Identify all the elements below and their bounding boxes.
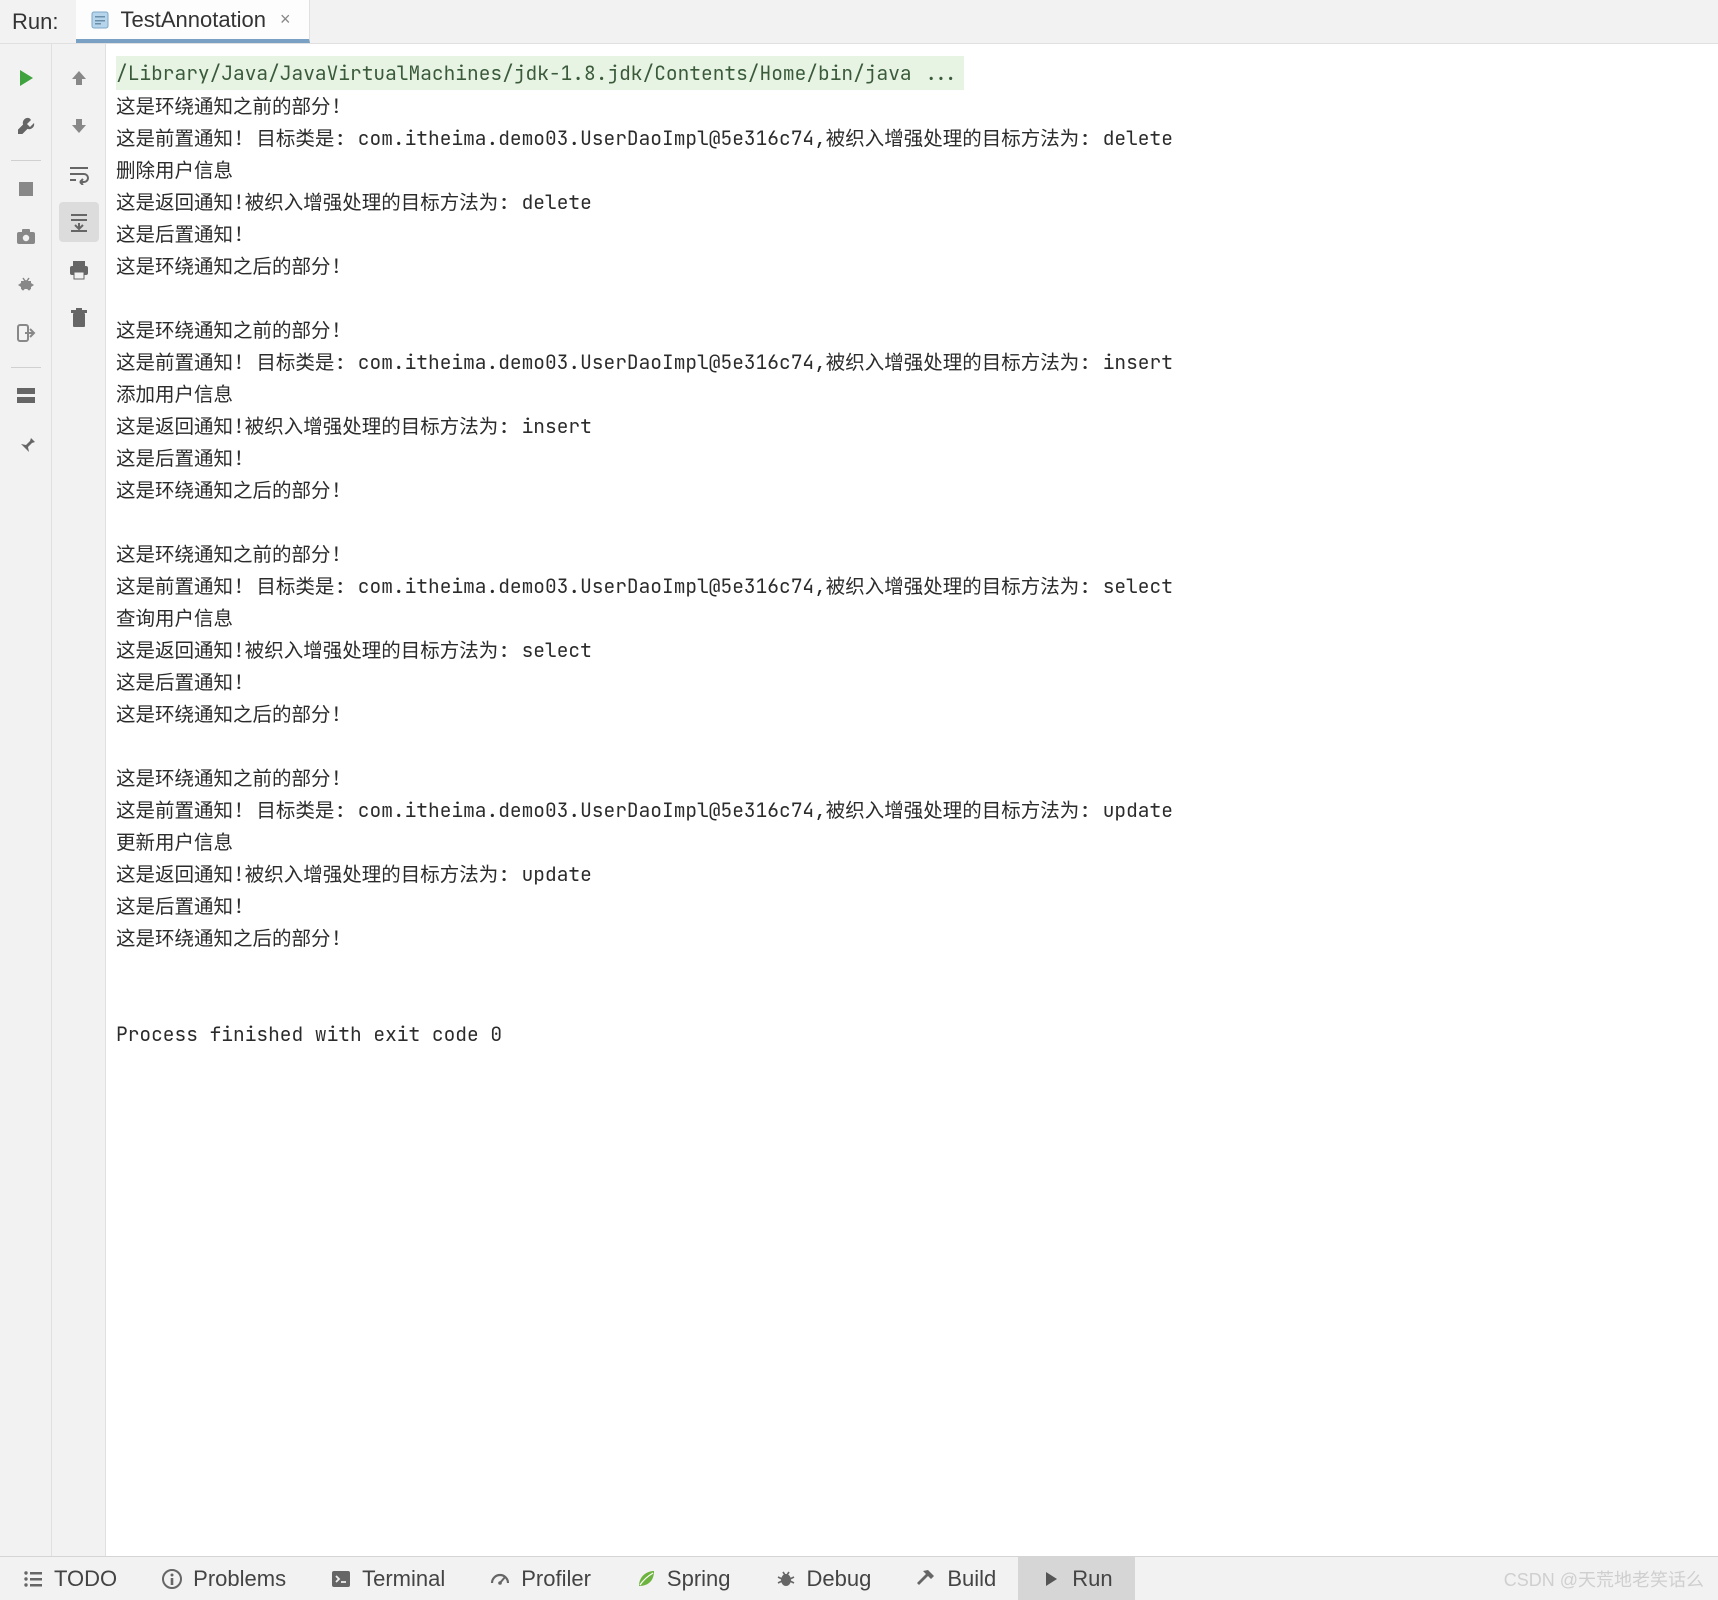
debug-tab[interactable]: Debug xyxy=(753,1557,894,1600)
exit-line: Process finished with exit code 0 xyxy=(116,1021,502,1047)
run-label: Run: xyxy=(0,9,76,35)
tab-label: Run xyxy=(1072,1566,1112,1592)
hammer-icon xyxy=(915,1568,937,1590)
tab-label: Spring xyxy=(667,1566,731,1592)
file-icon xyxy=(90,10,110,30)
stop-icon[interactable] xyxy=(6,169,46,209)
layout-icon[interactable] xyxy=(6,376,46,416)
wrench-icon[interactable] xyxy=(6,106,46,146)
leaf-icon xyxy=(635,1568,657,1590)
tab-label: Profiler xyxy=(521,1566,591,1592)
profiler-tab[interactable]: Profiler xyxy=(467,1557,613,1600)
separator xyxy=(11,367,41,368)
close-icon[interactable]: × xyxy=(276,9,295,30)
tab-label: Terminal xyxy=(362,1566,445,1592)
terminal-icon xyxy=(330,1568,352,1590)
scroll-end-icon[interactable] xyxy=(59,202,99,242)
gauge-icon xyxy=(489,1568,511,1590)
play-icon xyxy=(1040,1568,1062,1590)
run-header: Run: TestAnnotation × xyxy=(0,0,1718,44)
tab-label: Problems xyxy=(193,1566,286,1592)
bug-retry-icon[interactable] xyxy=(6,265,46,305)
spring-tab[interactable]: Spring xyxy=(613,1557,753,1600)
bottom-toolwindow-bar: TODO Problems Terminal Profiler Spring Debug B… xyxy=(0,1556,1718,1600)
camera-icon[interactable] xyxy=(6,217,46,257)
print-icon[interactable] xyxy=(59,250,99,290)
problems-tab[interactable]: Problems xyxy=(139,1557,308,1600)
console-output[interactable]: /Library/Java/JavaVirtualMachines/jdk-1.… xyxy=(106,44,1718,1556)
tab-label: TODO xyxy=(54,1566,117,1592)
run-tab-testannotation[interactable]: TestAnnotation × xyxy=(76,0,309,43)
left-toolbar xyxy=(0,44,52,1556)
down-icon[interactable] xyxy=(59,106,99,146)
run-tab[interactable]: Run xyxy=(1018,1557,1134,1600)
trash-icon[interactable] xyxy=(59,298,99,338)
tab-label: Build xyxy=(947,1566,996,1592)
todo-tab[interactable]: TODO xyxy=(0,1557,139,1600)
run-icon[interactable] xyxy=(6,58,46,98)
terminal-tab[interactable]: Terminal xyxy=(308,1557,467,1600)
build-tab[interactable]: Build xyxy=(893,1557,1018,1600)
bug2-icon xyxy=(775,1568,797,1590)
up-icon[interactable] xyxy=(59,58,99,98)
info-icon xyxy=(161,1568,183,1590)
exit-icon[interactable] xyxy=(6,313,46,353)
pin-icon[interactable] xyxy=(6,424,46,464)
separator xyxy=(11,160,41,161)
tab-label: TestAnnotation xyxy=(120,7,266,33)
secondary-toolbar xyxy=(52,44,106,1556)
list-icon xyxy=(22,1568,44,1590)
soft-wrap-icon[interactable] xyxy=(59,154,99,194)
tab-label: Debug xyxy=(807,1566,872,1592)
command-line: /Library/Java/JavaVirtualMachines/jdk-1.… xyxy=(116,56,964,90)
